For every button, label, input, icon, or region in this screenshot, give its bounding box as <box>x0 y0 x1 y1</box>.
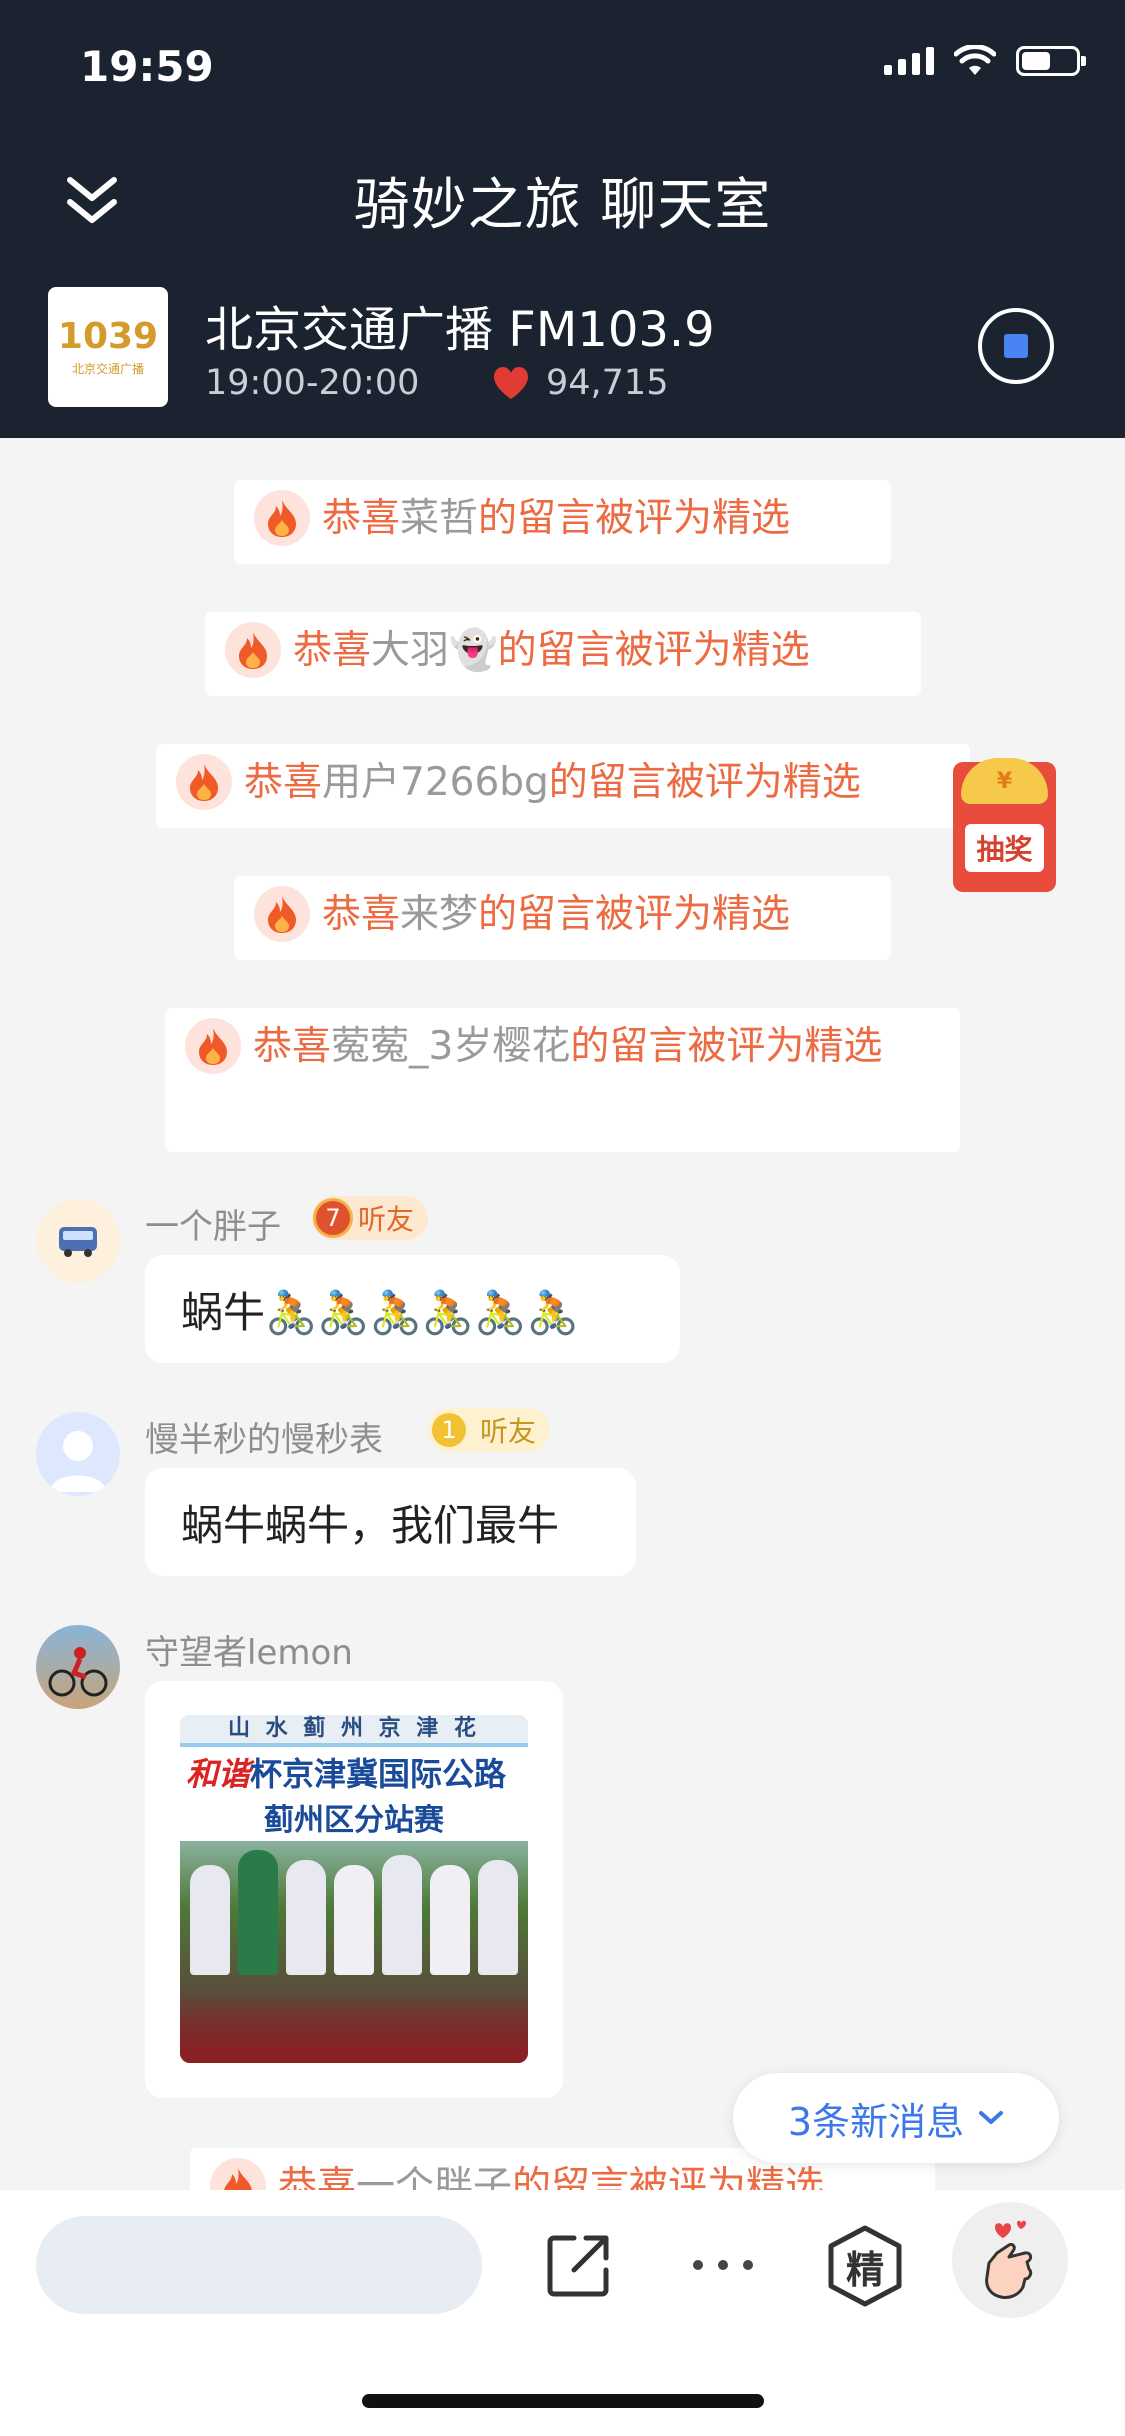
new-messages-label: 3条新消息 <box>787 2099 965 2144</box>
station-logo[interactable]: 1039 北京交通广播 <box>48 287 168 407</box>
page-title: 骑妙之旅 聊天室 <box>353 173 772 238</box>
likes-count: 94,715 <box>492 363 668 403</box>
more-icon[interactable] <box>690 2254 756 2276</box>
fire-icon <box>225 622 281 678</box>
bus-icon <box>59 1227 97 1257</box>
lottery-button[interactable]: ¥ 抽奖 <box>953 758 1056 892</box>
default-user-icon <box>50 1431 106 1492</box>
new-messages-button[interactable]: 3条新消息 <box>733 2073 1059 2163</box>
station-logo-number: 1039 <box>57 315 159 357</box>
header: 19:59 骑妙之旅 聊天室 1039 北京交通广播 北京交通广播 FM103.… <box>0 0 1125 438</box>
program-time: 19:00-20:00 <box>205 363 420 403</box>
station-logo-caption: 北京交通广播 <box>71 361 144 376</box>
notice-username[interactable]: 来梦 <box>400 892 478 937</box>
notice-username[interactable]: 大羽👻 <box>371 628 498 673</box>
message-username[interactable]: 守望者lemon <box>145 1625 353 1674</box>
featured-notice: 恭喜用户7266bg的留言被评为精选 <box>156 744 970 828</box>
likes-value: 94,715 <box>546 363 669 403</box>
notice-username[interactable]: 蒬蒬_3岁樱花 <box>331 1024 570 1069</box>
finger-heart-icon <box>985 2220 1033 2299</box>
featured-notice: 恭喜菜哲的留言被评为精选 <box>234 480 891 564</box>
level-badge: 7 听友 <box>312 1196 429 1240</box>
fire-icon <box>176 754 232 810</box>
photo-banner-line1: 山 水 蓟 州 京 津 花 <box>180 1715 528 1743</box>
heart-icon <box>494 367 528 399</box>
share-icon[interactable] <box>544 2230 614 2300</box>
message-photo[interactable]: 山 水 蓟 州 京 津 花 和谐杯京津冀国际公路 蓟州区分站赛 <box>180 1715 528 2063</box>
stop-button[interactable] <box>978 308 1054 384</box>
avatar[interactable] <box>36 1412 120 1496</box>
featured-button[interactable]: 精 <box>825 2224 905 2308</box>
fire-icon <box>254 490 310 546</box>
battery-icon <box>1016 46 1086 76</box>
status-time: 19:59 <box>80 42 214 91</box>
status-icons <box>884 45 1086 77</box>
message-bubble[interactable]: 蜗牛🚴🚴🚴🚴🚴🚴 <box>145 1255 680 1363</box>
level-medal-icon: 7 <box>316 1201 350 1235</box>
photo-banner-line2: 和谐杯京津冀国际公路 <box>180 1747 528 1801</box>
featured-label: 精 <box>845 2247 884 2292</box>
station-name: 北京交通广播 FM103.9 <box>205 302 715 358</box>
lottery-label: 抽奖 <box>965 824 1044 872</box>
featured-notice: 恭喜蒬蒬_3岁樱花的留言被评为精选 <box>165 1008 960 1152</box>
chevron-down-icon <box>979 2111 1004 2124</box>
fire-icon <box>185 1018 241 1074</box>
featured-notice: 恭喜来梦的留言被评为精选 <box>234 876 891 960</box>
like-button[interactable] <box>952 2202 1068 2318</box>
featured-notice: 恭喜大羽👻的留言被评为精选 <box>205 612 921 696</box>
home-indicator <box>362 2394 764 2408</box>
comment-input[interactable] <box>36 2216 482 2314</box>
level-badge: 1 听友 <box>428 1408 551 1452</box>
wifi-icon <box>954 45 996 75</box>
coin-icon: ¥ <box>961 758 1048 804</box>
message-bubble[interactable]: 蜗牛蜗牛，我们最牛 <box>145 1468 636 1576</box>
notice-username[interactable]: 用户7266bg <box>322 760 549 805</box>
avatar[interactable] <box>36 1625 120 1709</box>
fire-icon <box>254 886 310 942</box>
level-medal-icon: 1 <box>432 1413 466 1447</box>
notice-username[interactable]: 菜哲 <box>400 496 478 541</box>
message-username[interactable]: 慢半秒的慢秒表 <box>145 1412 383 1461</box>
avatar[interactable] <box>36 1199 120 1283</box>
cyclist-icon <box>48 1647 108 1697</box>
cellular-signal-icon <box>884 47 934 75</box>
photo-banner-line3: 蓟州区分站赛 <box>180 1801 528 1841</box>
message-username[interactable]: 一个胖子 <box>145 1199 281 1248</box>
